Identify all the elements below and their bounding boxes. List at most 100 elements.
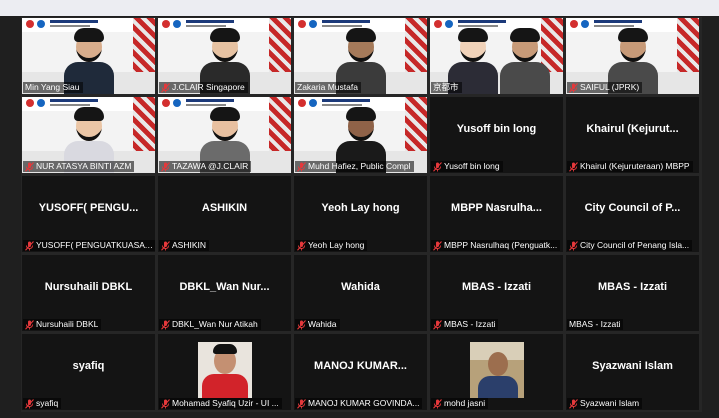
participant-nameplate: Khairul (Kejuruteraan) MBPP [567, 161, 693, 172]
participant-nameplate: J.CLAIR Singapore [159, 82, 248, 93]
participant-tile[interactable]: Muhd Hafiez, Public Compl [294, 97, 427, 173]
participant-nameplate: mohd jasni [431, 398, 489, 409]
participant-nameplate: DBKL_Wan Nur Atikah [159, 319, 261, 330]
participant-name: Wahida [308, 319, 337, 329]
mic-muted-icon [569, 240, 578, 251]
participant-tile[interactable]: Zakaria Mustafa [294, 18, 427, 94]
mic-muted-icon [161, 398, 170, 409]
participant-name: MBAS - Izzati [444, 319, 496, 329]
participant-tile[interactable]: Mohamad Syafiq Uzir - UI ... [158, 334, 291, 410]
participant-tile[interactable]: City Council of P... City Council of Pena… [566, 176, 699, 252]
participant-tile[interactable]: Yeoh Lay hong Yeoh Lay hong [294, 176, 427, 252]
mic-muted-icon [297, 240, 306, 251]
participant-display-name: MBAS - Izzati [461, 281, 532, 293]
participant-nameplate: Nursuhaili DBKL [23, 319, 102, 330]
participant-nameplate: MANOJ KUMAR GOVINDA... [295, 398, 423, 409]
mic-muted-icon [25, 398, 34, 409]
participant-display-name: Wahida [341, 281, 380, 293]
participant-name: City Council of Penang Isla... [580, 240, 690, 250]
participant-tile[interactable]: TAZAWA @J.CLAIR [158, 97, 291, 173]
participant-display-name: Nursuhaili DBKL [44, 281, 133, 293]
participant-name: Syazwani Islam [580, 398, 640, 408]
mic-muted-icon [433, 398, 442, 409]
mic-muted-icon [297, 319, 306, 330]
participant-nameplate: Yusoff bin long [431, 161, 503, 172]
participant-name: Min Yang Siau [25, 82, 80, 92]
participant-name: 京都市 [433, 82, 459, 92]
mic-muted-icon [433, 319, 442, 330]
participant-tile[interactable]: SAIFUL (JPRK) [566, 18, 699, 94]
participant-tile[interactable]: MBAS - Izzati MBAS - Izzati [566, 255, 699, 331]
participant-display-name: Yeoh Lay hong [321, 202, 400, 214]
participant-nameplate: MBPP Nasrulhaq (Penguatk... [431, 240, 561, 251]
participant-tile[interactable]: Min Yang Siau [22, 18, 155, 94]
participant-nameplate: City Council of Penang Isla... [567, 240, 693, 251]
participant-name: Khairul (Kejuruteraan) MBPP [580, 161, 690, 171]
mic-muted-icon [569, 161, 578, 172]
participant-nameplate: Min Yang Siau [23, 82, 83, 93]
participant-nameplate: TAZAWA @J.CLAIR [159, 161, 252, 172]
participant-tile[interactable]: Khairul (Kejurut... Khairul (Kejuruteraan… [566, 97, 699, 173]
participant-tile[interactable]: Wahida Wahida [294, 255, 427, 331]
participant-nameplate: syafiq [23, 398, 62, 409]
participant-name: Muhd Hafiez, Public Compl [308, 161, 411, 171]
participant-name: MBPP Nasrulhaq (Penguatk... [444, 240, 558, 250]
participant-display-name: YUSOFF( PENGU... [38, 202, 139, 214]
participant-display-name: MBAS - Izzati [597, 281, 668, 293]
participant-nameplate: Muhd Hafiez, Public Compl [295, 161, 414, 172]
participant-display-name: MBPP Nasrulha... [451, 202, 542, 214]
mic-muted-icon [433, 161, 442, 172]
mic-muted-icon [161, 319, 170, 330]
participant-name: J.CLAIR Singapore [172, 82, 245, 92]
participant-name: Nursuhaili DBKL [36, 319, 99, 329]
participant-tile[interactable]: syafiq syafiq [22, 334, 155, 410]
participant-tile[interactable]: YUSOFF( PENGU... YUSOFF( PENGUATKUASA ... [22, 176, 155, 252]
participant-nameplate: Wahida [295, 319, 340, 330]
participant-nameplate: Zakaria Mustafa [295, 82, 361, 93]
participant-nameplate: MBAS - Izzati [567, 319, 624, 330]
participant-name: mohd jasni [444, 398, 486, 408]
participant-tile[interactable]: MBPP Nasrulha... MBPP Nasrulhaq (Penguatk… [430, 176, 563, 252]
meeting-window: Min Yang Siau J.CLAIR Singapore Zakaria Mu… [0, 0, 719, 418]
mic-muted-icon [433, 240, 442, 251]
participant-name: DBKL_Wan Nur Atikah [172, 319, 258, 329]
participant-nameplate: Yeoh Lay hong [295, 240, 368, 251]
participant-name: SAIFUL (JPRK) [580, 82, 640, 92]
participant-tile[interactable]: Syazwani Islam Syazwani Islam [566, 334, 699, 410]
mic-muted-icon [161, 82, 170, 93]
participant-name: syafiq [36, 398, 59, 408]
participant-display-name: City Council of P... [584, 202, 681, 214]
participant-tile[interactable]: mohd jasni [430, 334, 563, 410]
mic-muted-icon [297, 398, 306, 409]
participant-name: MBAS - Izzati [569, 319, 621, 329]
participant-display-name: ASHIKIN [201, 202, 248, 214]
mic-muted-icon [25, 319, 34, 330]
participant-name: Yeoh Lay hong [308, 240, 365, 250]
participant-name: Yusoff bin long [444, 161, 500, 171]
mic-muted-icon [25, 240, 34, 251]
participant-name: YUSOFF( PENGUATKUASA ... [36, 240, 153, 250]
participant-tile[interactable]: MANOJ KUMAR... MANOJ KUMAR GOVINDA... [294, 334, 427, 410]
participant-tile[interactable]: 京都市 [430, 18, 563, 94]
participant-display-name: Khairul (Kejurut... [586, 123, 679, 135]
mic-muted-icon [569, 398, 578, 409]
participant-name: MANOJ KUMAR GOVINDA... [308, 398, 420, 408]
participant-tile[interactable]: DBKL_Wan Nur... DBKL_Wan Nur Atikah [158, 255, 291, 331]
participant-tile[interactable]: Nursuhaili DBKL Nursuhaili DBKL [22, 255, 155, 331]
participant-nameplate: NUR ATASYA BINTI AZM [23, 161, 135, 172]
participant-name: Mohamad Syafiq Uzir - UI ... [172, 398, 279, 408]
participant-display-name: Syazwani Islam [592, 360, 673, 372]
mic-muted-icon [161, 240, 170, 251]
participant-name: ASHIKIN [172, 240, 207, 250]
participant-tile[interactable]: ASHIKIN ASHIKIN [158, 176, 291, 252]
participant-nameplate: Mohamad Syafiq Uzir - UI ... [159, 398, 282, 409]
participant-display-name: DBKL_Wan Nur... [179, 281, 270, 293]
participant-tile[interactable]: NUR ATASYA BINTI AZM [22, 97, 155, 173]
participant-nameplate: ASHIKIN [159, 240, 210, 251]
participant-tile[interactable]: MBAS - Izzati MBAS - Izzati [430, 255, 563, 331]
participant-name: NUR ATASYA BINTI AZM [36, 161, 132, 171]
participant-tile[interactable]: J.CLAIR Singapore [158, 18, 291, 94]
mic-muted-icon [161, 161, 170, 172]
participant-nameplate: SAIFUL (JPRK) [567, 82, 643, 93]
participant-tile[interactable]: Yusoff bin long Yusoff bin long [430, 97, 563, 173]
